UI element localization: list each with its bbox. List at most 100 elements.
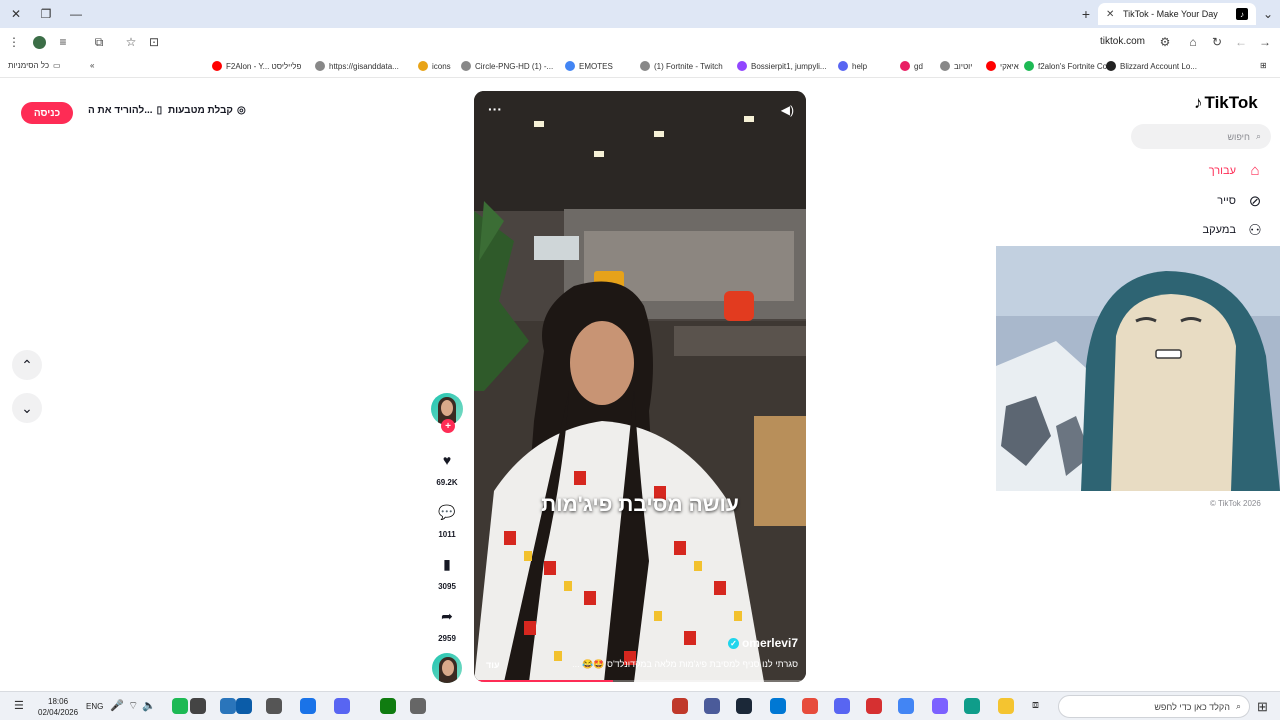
steam-tray-icon[interactable] [236, 698, 252, 714]
reload-icon[interactable]: ↻ [1208, 33, 1226, 51]
save-action[interactable]: ▮ 3095 [431, 550, 463, 592]
tiktok-logo[interactable]: ♪ TikTok [1194, 93, 1258, 113]
tray-app-icon[interactable] [300, 698, 316, 714]
search-input[interactable]: חיפוש ⌕ [1131, 124, 1271, 149]
taskbar-app-icon[interactable] [866, 698, 882, 714]
taskbar-search-placeholder: הקלד כאן כדי לחפש [1154, 701, 1230, 712]
bookmark-item[interactable]: Circle-PNG-HD (1) -... [461, 61, 553, 71]
bookmark-item[interactable]: איאקי [986, 61, 1019, 71]
bookmarks-bar: כל הסימניות ▭ « F2Alon - Y... פלייליסט ht… [0, 56, 1280, 78]
bookmark-label: Circle-PNG-HD (1) -... [475, 61, 554, 71]
bookmark-item[interactable]: help [838, 61, 867, 71]
tray-app-icon[interactable] [410, 698, 426, 714]
bookmark-item[interactable]: gd [900, 61, 923, 71]
sidebar-item-for-you[interactable]: ⌂ עבורך [1209, 162, 1264, 179]
comment-icon[interactable]: 💬 [433, 498, 461, 526]
edge-app-icon[interactable] [964, 698, 980, 714]
sidebar-item-label: עבורך [1208, 164, 1236, 177]
tray-app-icon[interactable] [190, 698, 206, 714]
back-icon[interactable]: → [1256, 33, 1274, 51]
bookmark-item[interactable]: f2alon's Fortnite Co... [1024, 61, 1114, 71]
browser-tab[interactable]: ✕ TikTok - Make Your Day ♪ [1098, 3, 1256, 25]
window-restore-icon[interactable]: ❐ [36, 4, 56, 24]
copilot-app-icon[interactable] [932, 698, 948, 714]
tray-app-icon[interactable] [266, 698, 282, 714]
video-player[interactable]: ··· ◀) עושה מסיבת פיג'מות ✓ omerlevi7 סג… [474, 91, 806, 682]
chevron-up-icon: ⌃ [21, 356, 33, 373]
new-tab-icon[interactable]: + [1076, 4, 1096, 24]
bookmark-icon[interactable]: ▮ [433, 550, 461, 578]
home-button-icon[interactable]: ⌂ [1184, 33, 1202, 51]
bookmark-item[interactable]: F2Alon - Y... פלייליסט [212, 61, 301, 71]
discord-tray-icon[interactable] [334, 698, 350, 714]
comment-action[interactable]: 💬 1011 [431, 498, 463, 540]
window-close-icon[interactable]: ✕ [6, 4, 26, 24]
tray-app-icon[interactable] [220, 698, 236, 714]
video-progress-bar[interactable] [474, 680, 806, 682]
task-view-icon[interactable]: ⧈ [1032, 699, 1039, 712]
video-more-options-icon[interactable]: ··· [488, 101, 502, 117]
sound-avatar[interactable] [431, 653, 463, 683]
xbox-tray-icon[interactable] [380, 698, 396, 714]
install-app-icon[interactable]: ⊡ [145, 33, 163, 51]
windows-start-icon[interactable]: ⊞ [1257, 699, 1268, 715]
volume-icon[interactable]: ◀) [781, 103, 794, 117]
bookmark-item[interactable]: Blizzard Account Lo... [1106, 61, 1197, 71]
sidebar-item-following[interactable]: ⚇ במעקב [1203, 221, 1265, 239]
next-video-button[interactable]: ⌄ [12, 393, 42, 423]
taskbar-search-input[interactable]: הקלד כאן כדי לחפש ⌕ [1058, 695, 1250, 718]
video-caption-overlay: עושה מסיבת פיג'מות [541, 493, 739, 516]
bookmark-item[interactable]: (1) Fortnite - Twitch [640, 61, 723, 71]
tab-close-icon[interactable]: ✕ [1106, 9, 1118, 20]
apps-grid-icon[interactable]: ⊞ [1260, 61, 1267, 70]
url-field[interactable]: tiktok.com [1100, 36, 1145, 47]
media-control-icon[interactable]: ≡ [54, 33, 72, 51]
like-action[interactable]: ♥ 69.2K [431, 446, 463, 487]
site-settings-icon[interactable]: ⚙ [1156, 33, 1174, 51]
wifi-icon[interactable]: ⌔ [128, 699, 138, 713]
description-more-link[interactable]: עוד [486, 660, 500, 670]
microphone-icon[interactable]: 🎤 [110, 699, 124, 712]
extensions-icon[interactable]: ⧉ [90, 33, 108, 51]
share-action[interactable]: ➦ 2959 [431, 602, 463, 644]
discord-app-icon[interactable] [834, 698, 850, 714]
get-coins-button[interactable]: קבלת מטבעות ◎ [168, 105, 246, 116]
sidebar-item-explore[interactable]: ⊘ סייר [1217, 192, 1264, 210]
bookmark-item[interactable]: EMOTES [565, 61, 613, 71]
bookmark-item[interactable]: יוטיוב [940, 61, 972, 71]
language-indicator[interactable]: ENG [86, 702, 103, 711]
tab-search-icon[interactable]: ⌄ [1258, 4, 1278, 24]
bookmark-favicon-icon [212, 61, 222, 71]
bookmark-favicon-icon [565, 61, 575, 71]
share-icon[interactable]: ➦ [433, 602, 461, 630]
bookmark-item[interactable]: https://gisanddata... [315, 61, 399, 71]
chrome-app-icon[interactable] [898, 698, 914, 714]
bookmark-favicon-icon [940, 61, 950, 71]
file-explorer-icon[interactable] [998, 698, 1014, 714]
download-app-button[interactable]: להוריד את ה... ▯ [88, 105, 162, 116]
search-icon: ⌕ [1235, 701, 1241, 711]
taskbar-app-icon[interactable] [770, 698, 786, 714]
forward-icon[interactable]: ← [1232, 33, 1250, 51]
menu-icon[interactable]: ⋮ [5, 33, 23, 51]
previous-video-button[interactable]: ⌃ [12, 350, 42, 380]
video-author[interactable]: ✓ omerlevi7 [727, 636, 798, 650]
bookmark-item[interactable]: Bossierpit1, jumpyli... [737, 61, 827, 71]
steam-app-icon[interactable] [736, 698, 752, 714]
bookmark-item[interactable]: icons [418, 61, 451, 71]
heart-icon[interactable]: ♥ [433, 446, 461, 474]
taskbar-app-icon[interactable] [802, 698, 818, 714]
follow-plus-icon[interactable]: + [441, 419, 455, 433]
taskbar-app-icon[interactable] [672, 698, 688, 714]
profile-icon[interactable] [30, 33, 48, 51]
all-bookmarks-folder[interactable]: כל הסימניות ▭ [8, 61, 61, 70]
system-clock[interactable]: 18:06 02/04/2026 [38, 696, 78, 718]
window-minimize-icon[interactable]: — [66, 4, 86, 24]
spotify-tray-icon[interactable] [172, 698, 188, 714]
taskbar-app-icon[interactable] [704, 698, 720, 714]
bookmarks-overflow-icon[interactable]: « [90, 61, 94, 70]
bookmark-star-icon[interactable]: ☆ [122, 33, 140, 51]
login-button[interactable]: כניסה [21, 102, 73, 124]
volume-icon[interactable]: 🔈 [142, 699, 156, 712]
notification-icon[interactable]: ☰ [14, 699, 24, 712]
